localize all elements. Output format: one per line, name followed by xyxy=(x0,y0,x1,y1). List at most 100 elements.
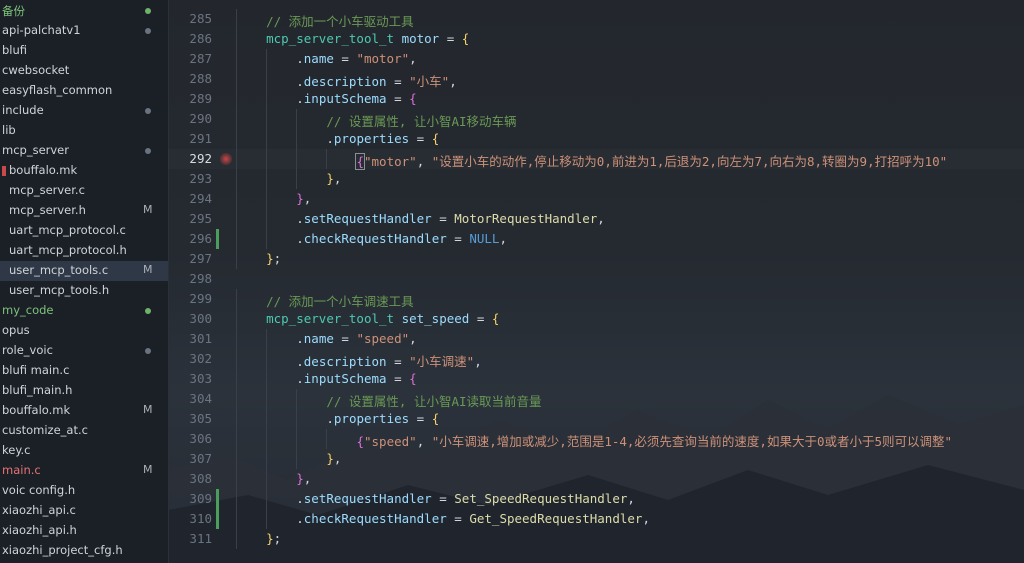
code-token: "设置小车的动作,停止移动为0,前进为1,后退为2,向左为7,向右为8,转圈为9… xyxy=(431,154,948,169)
indent-guide xyxy=(266,69,268,89)
file-tree-label: bouffalo.mk xyxy=(2,403,71,417)
file-tree-item[interactable]: mcp_server xyxy=(0,141,168,161)
code-line[interactable]: 299 // 添加一个小车调速工具 xyxy=(168,289,1024,309)
code-editor[interactable]: 285 // 添加一个小车驱动工具 286 mcp_server_tool_t mot… xyxy=(168,0,1024,563)
code-line[interactable]: 290 // 设置属性, 让小智AI移动车辆 xyxy=(168,109,1024,129)
code-token: checkRequestHandler xyxy=(303,511,447,526)
indent-guide xyxy=(236,209,237,229)
file-tree-item[interactable]: main.c M xyxy=(0,461,168,481)
file-tree-item[interactable]: uart_mcp_protocol.c xyxy=(0,221,168,241)
file-tree-item[interactable]: role_voic xyxy=(0,341,168,361)
indent-guide xyxy=(236,329,237,349)
code-line[interactable]: 297}; xyxy=(168,249,1024,269)
code-token: , xyxy=(474,354,482,369)
file-tree-item[interactable]: xiaozhi_api.h xyxy=(0,521,168,541)
file-tree-item[interactable]: easyflash_common xyxy=(0,81,168,101)
line-number: 311 xyxy=(189,531,212,546)
code-token: inputSchema xyxy=(303,91,387,106)
file-tree-item[interactable]: cwebsocket xyxy=(0,61,168,81)
file-tree-label: xiaozhi_project_cfg.h xyxy=(2,543,123,557)
code-token: = xyxy=(469,311,492,326)
file-tree-item[interactable]: mcp_server.h M xyxy=(0,201,168,221)
code-line[interactable]: 303 .inputSchema = { xyxy=(168,369,1024,389)
code-line[interactable]: 287 .name = "motor", xyxy=(168,49,1024,69)
line-number: 303 xyxy=(189,371,212,386)
code-token: = xyxy=(386,371,410,386)
code-token: = xyxy=(386,354,410,369)
file-tree-item[interactable]: bouffalo.mk xyxy=(0,161,168,181)
file-tree-item[interactable]: key.c xyxy=(0,441,168,461)
code-line[interactable]: 302 .description = "小车调速", xyxy=(168,349,1024,369)
code-line[interactable]: 307}, xyxy=(168,449,1024,469)
file-tree-item[interactable]: user_mcp_tools.c M xyxy=(0,261,168,281)
code-line[interactable]: 308}, xyxy=(168,469,1024,489)
code-text: // 设置属性, 让小智AI读取当前音量 xyxy=(326,391,541,410)
file-tree-item[interactable]: user_mcp_tools.h xyxy=(0,281,168,301)
code-line[interactable]: 288 .description = "小车", xyxy=(168,69,1024,89)
code-text: {"speed", "小车调速,增加或减少,范围是1-4,必须先查询当前的速度,… xyxy=(356,431,952,450)
file-tree-item[interactable]: mcp_server.c xyxy=(0,181,168,201)
code-line[interactable]: 311}; xyxy=(168,529,1024,549)
code-line[interactable]: 292 {"motor", "设置小车的动作,停止移动为0,前进为1,后退为2,向… xyxy=(168,149,1024,170)
indent-guide xyxy=(296,149,298,169)
file-tree-item[interactable]: uart_mcp_protocol.h xyxy=(0,241,168,261)
file-tree-item[interactable]: api-palchatv1 xyxy=(0,21,168,41)
code-line[interactable]: 291 .properties = { xyxy=(168,129,1024,149)
code-line[interactable]: 300 mcp_server_tool_t set_speed = { xyxy=(168,309,1024,329)
code-line[interactable]: 310 .checkRequestHandler = Get_SpeedReque… xyxy=(168,509,1024,529)
file-tree-item[interactable]: voic config.h xyxy=(0,481,168,501)
file-tree-item[interactable]: include xyxy=(0,101,168,121)
code-token: properties xyxy=(333,411,410,426)
file-tree-item[interactable]: customize_at.c xyxy=(0,421,168,441)
code-token: { xyxy=(461,31,470,46)
file-tree-item[interactable]: blufi main.c xyxy=(0,361,168,381)
file-tree-item[interactable]: blufi_main.h xyxy=(0,381,168,401)
code-token: { xyxy=(491,311,500,326)
code-text: {"motor", "设置小车的动作,停止移动为0,前进为1,后退为2,向左为7… xyxy=(355,151,948,170)
file-tree-item[interactable]: bouffalo.mk M xyxy=(0,401,168,421)
file-tree-item[interactable]: xiaozhi_project_cfg.h xyxy=(0,541,168,561)
line-number: 286 xyxy=(189,31,212,46)
code-line[interactable]: 298 xyxy=(168,269,1024,289)
file-tree-item[interactable]: lib xyxy=(0,121,168,141)
file-tree-item[interactable]: opus xyxy=(0,321,168,341)
code-line[interactable]: 285 // 添加一个小车驱动工具 xyxy=(168,9,1024,29)
code-token: ; xyxy=(273,531,282,546)
code-token: . xyxy=(296,231,304,246)
file-tree-item[interactable]: my_code xyxy=(0,301,168,321)
file-tree-item[interactable]: xiaozhi_api.c xyxy=(0,501,168,521)
indent-guide xyxy=(266,489,268,509)
code-line[interactable]: 304 // 设置属性, 让小智AI读取当前音量 xyxy=(168,389,1024,409)
indent-guide xyxy=(236,469,237,489)
code-token: } xyxy=(296,191,304,206)
code-token: "小车调速,增加或减少,范围是1-4,必须先查询当前的速度,如果大于0或者小于5… xyxy=(431,434,953,449)
file-tree-item[interactable]: blufi xyxy=(0,41,168,61)
file-tree-label: mcp_server.c xyxy=(9,183,85,197)
code-line[interactable]: 305 .properties = { xyxy=(168,409,1024,429)
code-text: }, xyxy=(326,171,341,186)
code-text: .properties = { xyxy=(326,411,439,426)
indent-guide xyxy=(236,409,237,429)
code-line[interactable]: 296 .checkRequestHandler = NULL, xyxy=(168,229,1024,249)
code-token: , xyxy=(303,471,312,486)
file-tree-label: customize_at.c xyxy=(2,423,88,437)
code-text: .setRequestHandler = Set_SpeedRequestHan… xyxy=(296,491,635,506)
code-line[interactable]: 295 .setRequestHandler = MotorRequestHand… xyxy=(168,209,1024,229)
code-line[interactable]: 309 .setRequestHandler = Set_SpeedRequest… xyxy=(168,489,1024,509)
code-token: . xyxy=(296,51,304,66)
code-token: description xyxy=(303,354,387,369)
code-line[interactable]: 306 {"speed", "小车调速,增加或减少,范围是1-4,必须先查询当前的… xyxy=(168,429,1024,449)
code-line[interactable]: 286 mcp_server_tool_t motor = { xyxy=(168,29,1024,49)
code-text: .name = "motor", xyxy=(296,51,416,66)
indent-guide xyxy=(266,509,268,529)
indent-guide xyxy=(266,389,268,409)
line-number: 305 xyxy=(189,411,212,426)
code-line[interactable]: 294}, xyxy=(168,189,1024,209)
code-token: name xyxy=(303,51,334,66)
code-line[interactable]: 289 .inputSchema = { xyxy=(168,89,1024,109)
code-text: // 添加一个小车驱动工具 xyxy=(266,11,414,30)
code-text: mcp_server_tool_t motor = { xyxy=(266,31,469,46)
file-tree-item[interactable]: 备份 xyxy=(0,1,168,21)
code-line[interactable]: 293}, xyxy=(168,169,1024,189)
code-line[interactable]: 301 .name = "speed", xyxy=(168,329,1024,349)
